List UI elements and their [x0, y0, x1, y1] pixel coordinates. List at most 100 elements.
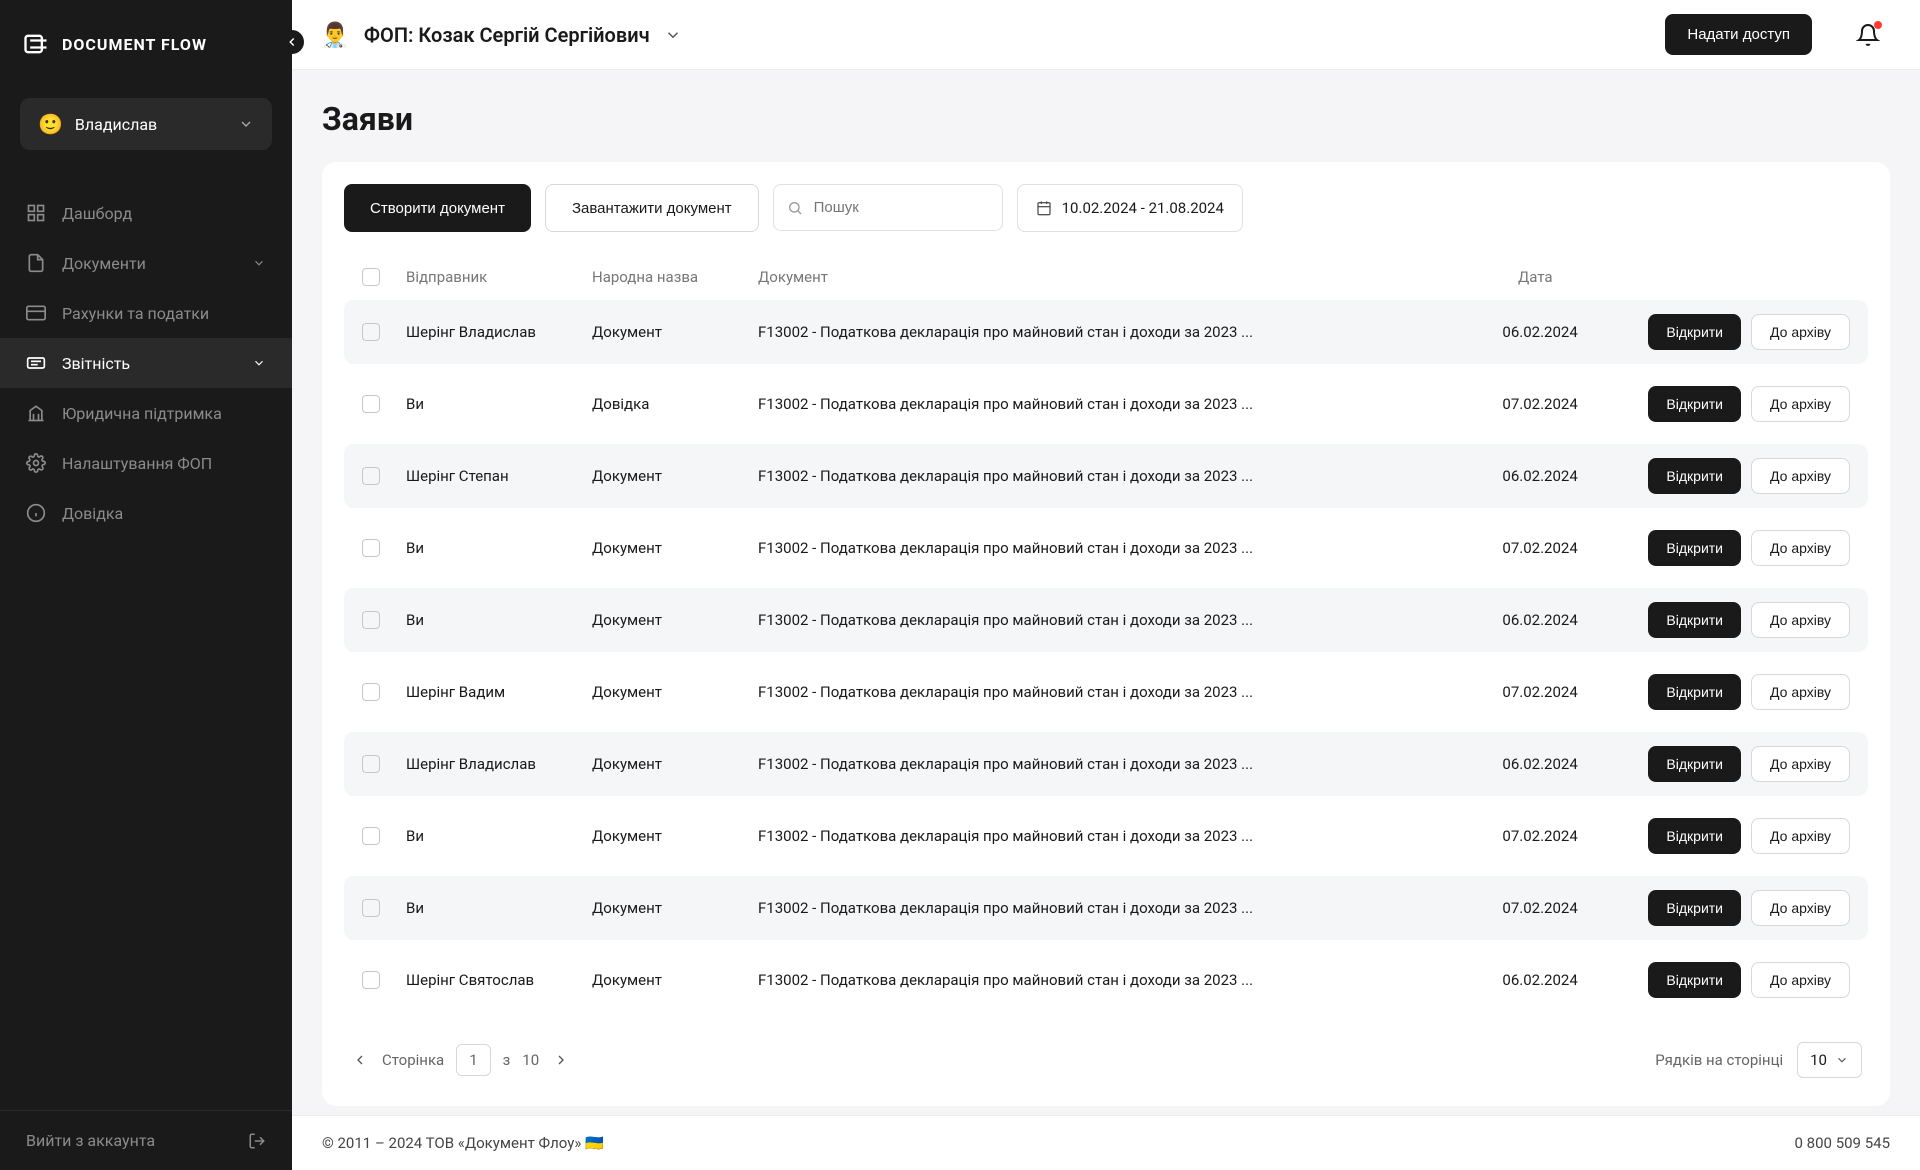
table-row: Ви Документ F13002 - Податкова деклараці…: [344, 876, 1868, 940]
open-button[interactable]: Відкрити: [1648, 674, 1741, 710]
archive-button[interactable]: До архіву: [1751, 962, 1850, 998]
row-doc: F13002 - Податкова декларація про майнов…: [758, 467, 1486, 485]
sidebar-item-documents[interactable]: Документи: [0, 238, 292, 288]
row-sender: Ви: [406, 539, 576, 557]
user-selector[interactable]: 🙂 Владислав: [20, 98, 272, 150]
header-type: Народна назва: [592, 268, 742, 286]
row-date: 06.02.2024: [1502, 755, 1632, 773]
row-sender: Шерінг Владислав: [406, 323, 576, 341]
row-doc: F13002 - Податкова декларація про майнов…: [758, 971, 1486, 989]
header-date: Дата: [1518, 268, 1648, 286]
row-checkbox[interactable]: [362, 755, 380, 773]
row-checkbox[interactable]: [362, 611, 380, 629]
header-doc: Документ: [758, 268, 1502, 286]
archive-button[interactable]: До архіву: [1751, 530, 1850, 566]
open-button[interactable]: Відкрити: [1648, 458, 1741, 494]
row-date: 06.02.2024: [1502, 611, 1632, 629]
open-button[interactable]: Відкрити: [1648, 818, 1741, 854]
page-input[interactable]: 1: [456, 1044, 490, 1076]
page-footer: © 2011 – 2024 ТОВ «Документ Флоу» 🇺🇦 0 8…: [292, 1115, 1920, 1170]
archive-button[interactable]: До архіву: [1751, 674, 1850, 710]
row-type: Документ: [592, 755, 742, 773]
row-sender: Ви: [406, 395, 576, 413]
flag-emoji: 🇺🇦: [585, 1134, 604, 1152]
sidebar-item-help[interactable]: Довідка: [0, 488, 292, 538]
next-page-button[interactable]: [551, 1050, 571, 1070]
archive-button[interactable]: До архіву: [1751, 818, 1850, 854]
row-date: 07.02.2024: [1502, 899, 1632, 917]
table-row: Шерінг Степан Документ F13002 - Податков…: [344, 444, 1868, 508]
prev-page-button[interactable]: [350, 1050, 370, 1070]
row-doc: F13002 - Податкова декларація про майнов…: [758, 323, 1486, 341]
open-button[interactable]: Відкрити: [1648, 602, 1741, 638]
grant-access-button[interactable]: Надати доступ: [1665, 14, 1812, 55]
sidebar-item-dashboard[interactable]: Дашборд: [0, 188, 292, 238]
open-button[interactable]: Відкрити: [1648, 746, 1741, 782]
create-document-button[interactable]: Створити документ: [344, 184, 531, 232]
requests-panel: Створити документ Завантажити документ 1…: [322, 162, 1890, 1106]
row-date: 07.02.2024: [1502, 827, 1632, 845]
archive-button[interactable]: До архіву: [1751, 386, 1850, 422]
open-button[interactable]: Відкрити: [1648, 314, 1741, 350]
logout-button[interactable]: Вийти з аккаунта: [0, 1110, 292, 1170]
search-icon: [787, 200, 803, 216]
row-checkbox[interactable]: [362, 395, 380, 413]
date-range-value: 10.02.2024 - 21.08.2024: [1062, 199, 1224, 217]
row-sender: Ви: [406, 611, 576, 629]
open-button[interactable]: Відкрити: [1648, 890, 1741, 926]
sidebar-item-legal[interactable]: Юридична підтримка: [0, 388, 292, 438]
row-doc: F13002 - Податкова декларація про майнов…: [758, 755, 1486, 773]
row-doc: F13002 - Податкова декларація про майнов…: [758, 899, 1486, 917]
row-checkbox[interactable]: [362, 323, 380, 341]
brand-logo[interactable]: DOCUMENT FLOW: [0, 0, 292, 88]
row-checkbox[interactable]: [362, 971, 380, 989]
open-button[interactable]: Відкрити: [1648, 530, 1741, 566]
rows-per-page-select[interactable]: 10: [1797, 1042, 1862, 1078]
row-checkbox[interactable]: [362, 467, 380, 485]
notification-dot: [1874, 21, 1882, 29]
row-sender: Шерінг Владислав: [406, 755, 576, 773]
logout-label: Вийти з аккаунта: [26, 1131, 155, 1150]
logout-icon: [248, 1132, 266, 1150]
sidebar-collapse-button[interactable]: [280, 30, 304, 54]
table-header: Відправник Народна назва Документ Дата: [344, 254, 1868, 300]
row-checkbox[interactable]: [362, 539, 380, 557]
row-date: 06.02.2024: [1502, 323, 1632, 341]
open-button[interactable]: Відкрити: [1648, 386, 1741, 422]
row-date: 06.02.2024: [1502, 467, 1632, 485]
chevron-down-icon[interactable]: [664, 26, 682, 44]
row-checkbox[interactable]: [362, 899, 380, 917]
chevron-down-icon: [252, 356, 266, 370]
sidebar-item-label: Дашборд: [62, 204, 266, 223]
row-date: 07.02.2024: [1502, 539, 1632, 557]
upload-document-button[interactable]: Завантажити документ: [545, 184, 759, 232]
table-row: Шерінг Владислав Документ F13002 - Подат…: [344, 732, 1868, 796]
notifications-button[interactable]: [1856, 23, 1880, 47]
table-row: Шерінг Святослав Документ F13002 - Подат…: [344, 948, 1868, 1012]
sidebar-nav: Дашборд Документи Рахунки та податки Звітні…: [0, 180, 292, 1110]
archive-button[interactable]: До архіву: [1751, 314, 1850, 350]
sidebar-item-reports[interactable]: Звітність: [0, 338, 292, 388]
select-all-checkbox[interactable]: [362, 268, 380, 286]
archive-button[interactable]: До архіву: [1751, 602, 1850, 638]
org-name: ФОП: Козак Сергій Сергійович: [364, 23, 650, 47]
date-range-picker[interactable]: 10.02.2024 - 21.08.2024: [1017, 184, 1243, 232]
search-input[interactable]: [773, 184, 1003, 231]
archive-button[interactable]: До архіву: [1751, 458, 1850, 494]
row-sender: Ви: [406, 899, 576, 917]
archive-button[interactable]: До архіву: [1751, 890, 1850, 926]
open-button[interactable]: Відкрити: [1648, 962, 1741, 998]
sidebar-item-label: Налаштування ФОП: [62, 454, 266, 473]
sidebar-item-settings[interactable]: Налаштування ФОП: [0, 438, 292, 488]
page-total: 10: [522, 1051, 539, 1069]
sidebar-item-label: Рахунки та податки: [62, 304, 266, 323]
row-checkbox[interactable]: [362, 827, 380, 845]
brand-name: DOCUMENT FLOW: [62, 35, 207, 54]
row-type: Документ: [592, 971, 742, 989]
sidebar-item-billing[interactable]: Рахунки та податки: [0, 288, 292, 338]
row-type: Довідка: [592, 395, 742, 413]
archive-button[interactable]: До архіву: [1751, 746, 1850, 782]
copyright: © 2011 – 2024 ТОВ «Документ Флоу»: [322, 1134, 581, 1152]
row-type: Документ: [592, 467, 742, 485]
row-checkbox[interactable]: [362, 683, 380, 701]
